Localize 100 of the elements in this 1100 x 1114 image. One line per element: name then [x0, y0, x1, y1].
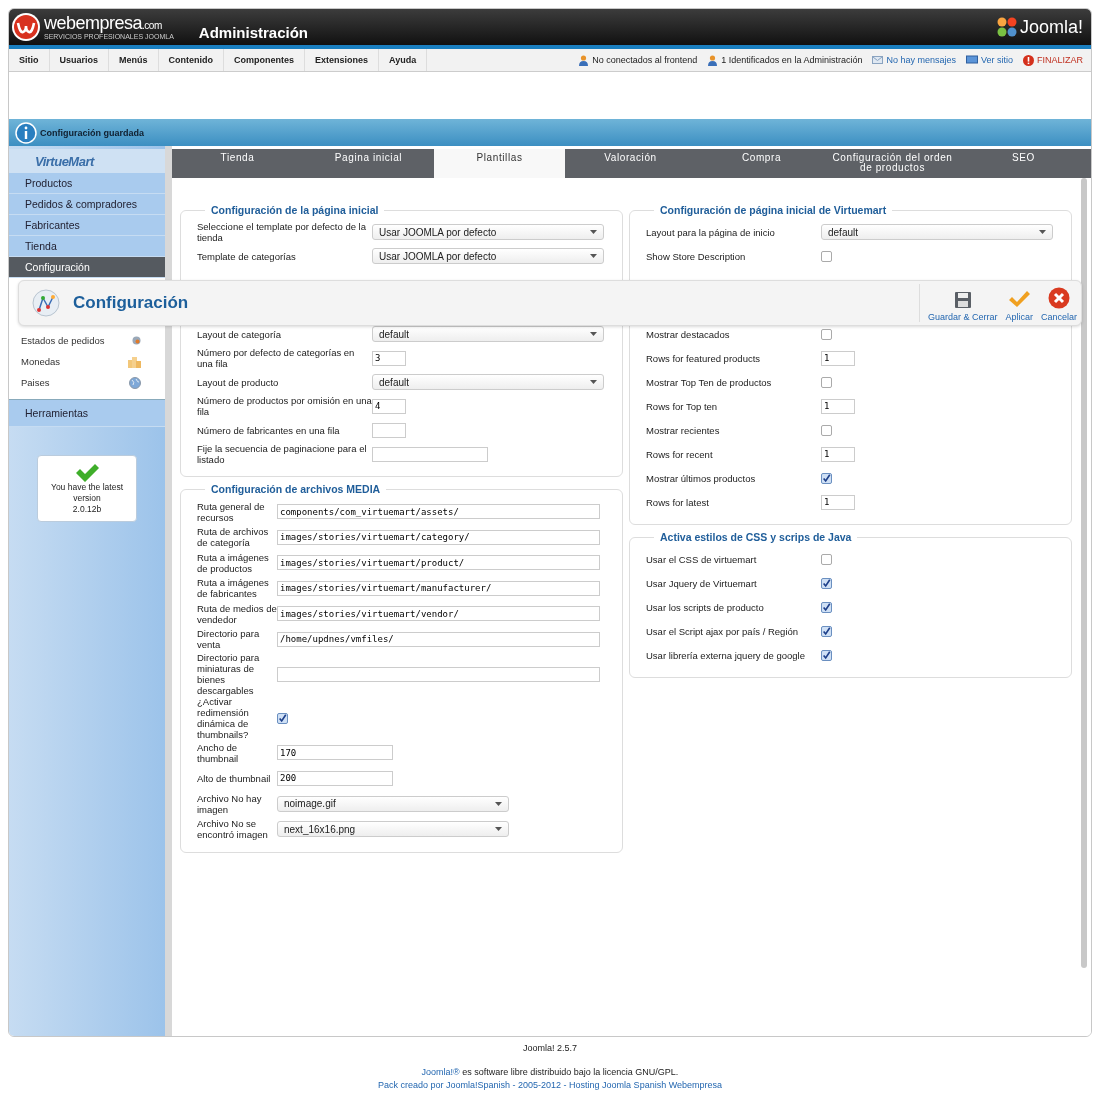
- credits-link[interactable]: Pack creado por Joomla!Spanish - 2005-2012 - Hosting Joomla Spanish Webempresa: [378, 1080, 722, 1090]
- field-label: Alto de thumbnail: [197, 772, 272, 784]
- tab[interactable]: Plantillas: [434, 149, 565, 178]
- sidebar-item[interactable]: Pedidos & compradores: [9, 194, 165, 215]
- sidebar-subitem[interactable]: Monedas: [9, 353, 165, 370]
- field-label: Ruta general de recursos: [197, 500, 266, 523]
- dropdown[interactable]: Usar JOOMLA por defecto: [372, 224, 604, 240]
- field-label: Ruta de archivos de categoría: [197, 526, 270, 549]
- menu-item[interactable]: Ayuda: [379, 49, 428, 71]
- dropdown[interactable]: default: [372, 326, 604, 342]
- user-icon: [707, 54, 719, 66]
- tab[interactable]: Configuración del orden de productos: [827, 149, 958, 178]
- field-label: Directorio para miniaturas de bienes descargables: [197, 652, 261, 696]
- field-label: Ruta de medios de vendedor: [197, 602, 277, 625]
- checkbox[interactable]: [821, 601, 832, 613]
- input-field[interactable]: images/stories/virtuemart/vendor/: [277, 606, 600, 622]
- page-title: Configuración: [73, 293, 189, 313]
- input-field[interactable]: images/stories/virtuemart/manufacturer/: [277, 580, 600, 596]
- dropdown[interactable]: default: [372, 374, 604, 390]
- tab[interactable]: Pagina inicial: [303, 149, 434, 178]
- caret-icon: [590, 230, 597, 234]
- menu-item[interactable]: Sitio: [9, 49, 50, 71]
- menu-item[interactable]: Usuarios: [49, 49, 109, 71]
- status-link[interactable]: Ver sitio: [965, 54, 1013, 66]
- tab[interactable]: Compra: [696, 149, 827, 178]
- input-field[interactable]: 1: [821, 398, 855, 414]
- caret-icon: [590, 332, 597, 336]
- toolbar-button[interactable]: Aplicar: [1001, 284, 1037, 322]
- field-label: Mostrar Top Ten de productos: [646, 376, 773, 388]
- mail-icon: [872, 55, 884, 65]
- caret-icon: [590, 380, 597, 384]
- caret-icon: [1039, 230, 1046, 234]
- checkbox[interactable]: [821, 250, 832, 262]
- save-icon: [953, 291, 972, 309]
- status-link[interactable]: No conectados al frontend: [578, 54, 698, 66]
- menu-item[interactable]: Extensiones: [305, 49, 380, 71]
- input-field[interactable]: 1: [821, 350, 855, 366]
- input-field[interactable]: [372, 422, 406, 438]
- dropdown[interactable]: default: [821, 224, 1053, 240]
- tab[interactable]: SEO: [958, 149, 1089, 178]
- checkbox[interactable]: [821, 649, 832, 661]
- menu-item[interactable]: Componentes: [224, 49, 306, 71]
- dropdown[interactable]: noimage.gif: [277, 795, 509, 812]
- tab[interactable]: Valoración: [565, 149, 696, 178]
- section-title: Configuración de archivos MEDIA: [210, 483, 382, 495]
- dropdown[interactable]: Usar JOOMLA por defecto: [372, 248, 604, 264]
- checkbox[interactable]: [821, 625, 832, 637]
- input-field[interactable]: 1: [821, 494, 855, 510]
- status-link[interactable]: 1 Identificados en la Administración: [707, 54, 863, 66]
- tab[interactable]: Tienda: [172, 149, 303, 178]
- checkbox[interactable]: [821, 424, 832, 436]
- input-field[interactable]: 1: [821, 446, 855, 462]
- sidebar-item[interactable]: Herramientas: [9, 399, 165, 427]
- scrollbar[interactable]: [1081, 178, 1087, 968]
- sidebar-subitem[interactable]: Estados de pedidos: [9, 332, 165, 349]
- input-field[interactable]: 3: [372, 350, 406, 366]
- input-field[interactable]: 4: [372, 398, 406, 414]
- section-title: Activa estilos de CSS y scrips de Java: [659, 531, 853, 543]
- status-link[interactable]: No hay mensajes: [872, 54, 956, 66]
- checkbox[interactable]: [821, 376, 832, 388]
- field-label: Directorio para venta: [197, 628, 261, 651]
- alert-icon: [1023, 54, 1034, 66]
- field-label: Ancho de thumbnail: [197, 741, 240, 764]
- input-field[interactable]: [277, 666, 600, 682]
- field-label: Show Store Description: [646, 250, 747, 262]
- toolbar-button[interactable]: Guardar & Cerrar: [923, 284, 1002, 322]
- close-icon: [1048, 287, 1070, 309]
- monitor-icon: [965, 55, 978, 65]
- checkbox[interactable]: [821, 472, 832, 484]
- field-label: Template de categorías: [197, 250, 297, 262]
- input-field[interactable]: [372, 446, 488, 462]
- product-logo: Joomla!: [1019, 16, 1083, 38]
- message-text: Configuración guardada: [40, 127, 144, 138]
- sidebar-item[interactable]: Fabricantes: [9, 215, 165, 236]
- field-label: Ruta a imágenes de fabricantes: [197, 577, 270, 600]
- checkbox[interactable]: [821, 553, 832, 565]
- sidebar-item[interactable]: Productos: [9, 173, 165, 194]
- sidebar-item[interactable]: Configuración: [9, 257, 165, 278]
- toolbar-button[interactable]: Cancelar: [1036, 284, 1081, 322]
- field-label: Layout para la página de inicio: [646, 226, 776, 238]
- license-link[interactable]: Joomla!®: [421, 1067, 460, 1077]
- checkbox[interactable]: [277, 712, 288, 724]
- menu-item[interactable]: Contenido: [158, 49, 225, 71]
- input-field[interactable]: /home/updnes/vmfiles/: [277, 631, 600, 647]
- checkbox[interactable]: [821, 577, 832, 589]
- field-label: Layout de producto: [197, 376, 280, 388]
- checkbox[interactable]: [821, 328, 832, 340]
- input-field[interactable]: images/stories/virtuemart/product/: [277, 555, 600, 571]
- input-field[interactable]: images/stories/virtuemart/category/: [277, 529, 600, 545]
- caret-icon: [495, 801, 502, 806]
- field-label: Rows for latest: [646, 496, 710, 508]
- sidebar-item[interactable]: Tienda: [9, 236, 165, 257]
- input-field[interactable]: components/com_virtuemart/assets/: [277, 504, 600, 520]
- status-link[interactable]: FINALIZAR: [1023, 54, 1083, 66]
- sidebar-subitem[interactable]: Paises: [9, 374, 165, 391]
- input-field[interactable]: 170: [277, 745, 393, 761]
- input-field[interactable]: 200: [277, 770, 393, 786]
- field-label: Usar librería externa jquery de google: [646, 649, 806, 661]
- dropdown[interactable]: next_16x16.png: [277, 821, 509, 838]
- menu-item[interactable]: Menús: [109, 49, 159, 71]
